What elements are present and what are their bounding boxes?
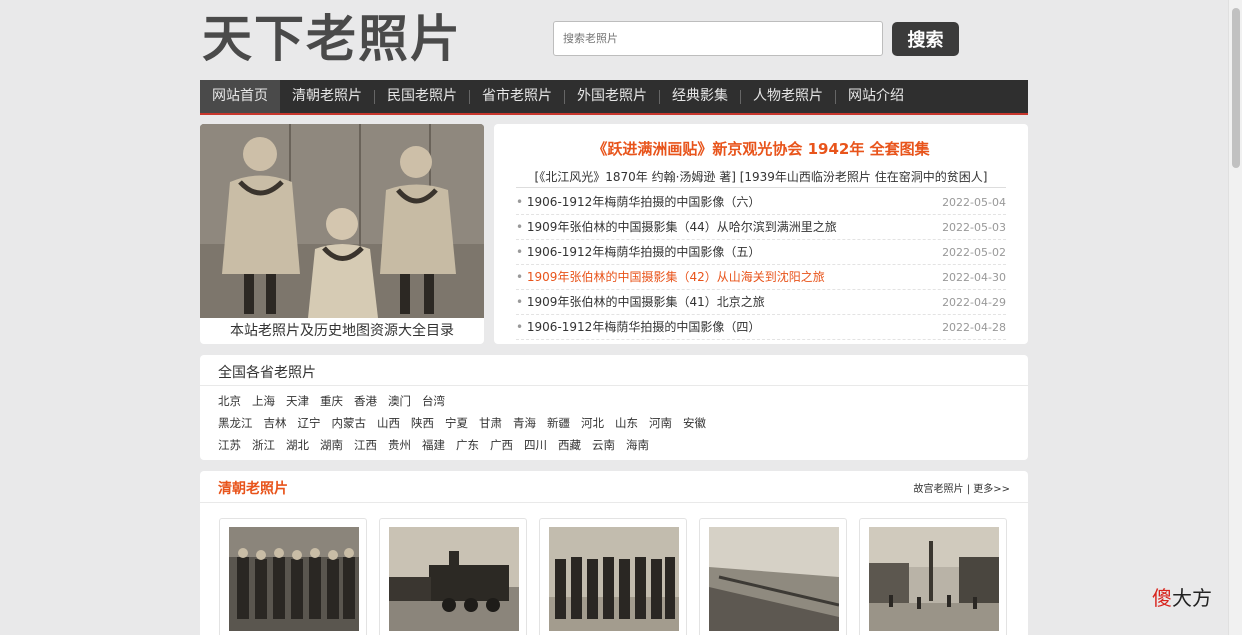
news-date: 2022-05-04	[942, 196, 1006, 209]
list-item[interactable]: 1906-1912年梅荫华拍摄的中国影像（四） 2022-04-28	[516, 315, 1006, 340]
province-link[interactable]: 河南	[649, 415, 672, 431]
province-link[interactable]: 新疆	[547, 415, 570, 431]
news-date: 2022-05-03	[942, 221, 1006, 234]
province-link[interactable]: 云南	[592, 437, 615, 453]
provinces-panel: 全国各省老照片 北京 上海 天津 重庆 香港 澳门 台湾 黑龙江 吉林 辽宁 内…	[200, 355, 1028, 460]
qing-photos-panel: 清朝老照片 故宫老照片 | 更多>>	[200, 471, 1028, 635]
province-link[interactable]: 江西	[354, 437, 377, 453]
nav-item-home[interactable]: 网站首页	[200, 80, 280, 113]
province-link[interactable]: 吉林	[264, 415, 287, 431]
province-link[interactable]: 福建	[422, 437, 445, 453]
province-row: 北京 上海 天津 重庆 香港 澳门 台湾	[218, 393, 445, 409]
photo-thumbnail[interactable]	[219, 518, 367, 635]
province-link[interactable]: 澳门	[388, 393, 411, 409]
feature-caption[interactable]: 本站老照片及历史地图资源大全目录	[200, 320, 484, 340]
photo-thumbnail[interactable]	[699, 518, 847, 635]
news-date: 2022-04-28	[942, 321, 1006, 334]
news-title[interactable]: 1909年张伯林的中国摄影集（41）北京之旅	[516, 290, 765, 314]
news-title[interactable]: 1909年张伯林的中国摄影集（42）从山海关到沈阳之旅	[516, 265, 825, 289]
train-photo-icon	[389, 527, 519, 631]
nav-item-minguo[interactable]: 民国老照片	[375, 80, 469, 113]
news-title[interactable]: 1909年张伯林的中国摄影集（44）从哈尔滨到满洲里之旅	[516, 215, 837, 239]
province-link[interactable]: 湖北	[286, 437, 309, 453]
province-link[interactable]: 山西	[377, 415, 400, 431]
provinces-title: 全国各省老照片	[218, 365, 316, 381]
province-link[interactable]: 浙江	[252, 437, 275, 453]
province-link[interactable]: 黑龙江	[218, 415, 253, 431]
nav-item-cities[interactable]: 省市老照片	[470, 80, 564, 113]
divider	[200, 502, 1028, 503]
list-item[interactable]: 1909年张伯林的中国摄影集（44）从哈尔滨到满洲里之旅 2022-05-03	[516, 215, 1006, 240]
list-item[interactable]: 1906-1912年梅荫华拍摄的中国影像（五） 2022-05-02	[516, 240, 1006, 265]
province-link[interactable]: 重庆	[320, 393, 343, 409]
photo-thumbnail[interactable]	[379, 518, 527, 635]
province-link[interactable]: 上海	[252, 393, 275, 409]
news-list: 1906-1912年梅荫华拍摄的中国影像（六） 2022-05-04 1909年张…	[516, 190, 1006, 340]
group-portrait-photo-icon	[229, 527, 359, 631]
nav-item-albums[interactable]: 经典影集	[660, 80, 740, 113]
province-link[interactable]: 陕西	[411, 415, 434, 431]
nav-item-about[interactable]: 网站介绍	[836, 80, 916, 113]
photo-thumbnail[interactable]	[539, 518, 687, 635]
photo-thumbnail[interactable]	[859, 518, 1007, 635]
watermark-char: 傻	[1152, 586, 1172, 610]
search-input[interactable]	[553, 21, 883, 56]
news-date: 2022-05-02	[942, 246, 1006, 259]
news-title[interactable]: 1906-1912年梅荫华拍摄的中国影像（五）	[516, 240, 760, 264]
list-item[interactable]: 1906-1912年梅荫华拍摄的中国影像（六） 2022-05-04	[516, 190, 1006, 215]
site-logo[interactable]: 天下老照片	[202, 4, 462, 74]
province-link[interactable]: 湖南	[320, 437, 343, 453]
qing-section-title[interactable]: 清朝老照片	[218, 478, 288, 498]
province-link[interactable]: 青海	[513, 415, 536, 431]
province-link[interactable]: 香港	[354, 393, 377, 409]
province-link[interactable]: 台湾	[422, 393, 445, 409]
province-link[interactable]: 河北	[581, 415, 604, 431]
news-panel: 《跃进满洲画贴》新京观光协会 1942年 全套图集 [《北江风光》1870年 约…	[494, 124, 1028, 344]
news-title[interactable]: 1906-1912年梅荫华拍摄的中国影像（四）	[516, 315, 760, 339]
feature-photo[interactable]	[200, 124, 484, 318]
news-date: 2022-04-29	[942, 296, 1006, 309]
main-nav: 网站首页 清朝老照片 民国老照片 省市老照片 外国老照片 经典影集 人物老照片 …	[200, 80, 1028, 115]
province-link[interactable]: 江苏	[218, 437, 241, 453]
province-link[interactable]: 海南	[626, 437, 649, 453]
qing-more-link[interactable]: 故宫老照片 | 更多>>	[914, 480, 1010, 495]
list-item[interactable]: 1909年张伯林的中国摄影集（41）北京之旅 2022-04-29	[516, 290, 1006, 315]
province-link[interactable]: 甘肃	[479, 415, 502, 431]
province-link[interactable]: 安徽	[683, 415, 706, 431]
divider	[200, 385, 1028, 386]
news-sub-links[interactable]: [《北江风光》1870年 约翰·汤姆逊 著] [1939年山西临汾老照片 住在窑…	[516, 168, 1006, 188]
search-button[interactable]: 搜索	[892, 22, 959, 56]
province-link[interactable]: 西藏	[558, 437, 581, 453]
province-link[interactable]: 辽宁	[298, 415, 321, 431]
page-scrollbar[interactable]	[1228, 0, 1242, 635]
scrollbar-thumb[interactable]	[1232, 8, 1240, 168]
province-link[interactable]: 北京	[218, 393, 241, 409]
province-link[interactable]: 广东	[456, 437, 479, 453]
province-row: 黑龙江 吉林 辽宁 内蒙古 山西 陕西 宁夏 甘肃 青海 新疆 河北 山东 河南…	[218, 415, 706, 431]
feature-panel: 本站老照片及历史地图资源大全目录	[200, 124, 484, 344]
province-link[interactable]: 天津	[286, 393, 309, 409]
news-headline[interactable]: 《跃进满洲画贴》新京观光协会 1942年 全套图集	[494, 138, 1028, 159]
province-link[interactable]: 贵州	[388, 437, 411, 453]
watermark-text: 大方	[1172, 586, 1212, 610]
list-item[interactable]: 1909年张伯林的中国摄影集（42）从山海关到沈阳之旅 2022-04-30	[516, 265, 1006, 290]
soldiers-photo-icon	[549, 527, 679, 631]
street-scene-photo-icon	[869, 527, 999, 631]
province-link[interactable]: 宁夏	[445, 415, 468, 431]
nav-item-foreign[interactable]: 外国老照片	[565, 80, 659, 113]
watermark-logo: 傻大方	[1152, 582, 1212, 611]
province-link[interactable]: 广西	[490, 437, 513, 453]
province-link[interactable]: 内蒙古	[332, 415, 367, 431]
city-wall-photo-icon	[709, 527, 839, 631]
three-girls-photo-icon	[200, 124, 484, 318]
province-link[interactable]: 四川	[524, 437, 547, 453]
province-row: 江苏 浙江 湖北 湖南 江西 贵州 福建 广东 广西 四川 西藏 云南 海南	[218, 437, 649, 453]
news-title[interactable]: 1906-1912年梅荫华拍摄的中国影像（六）	[516, 190, 760, 214]
nav-item-qing[interactable]: 清朝老照片	[280, 80, 374, 113]
province-link[interactable]: 山东	[615, 415, 638, 431]
nav-item-people[interactable]: 人物老照片	[741, 80, 835, 113]
news-date: 2022-04-30	[942, 271, 1006, 284]
